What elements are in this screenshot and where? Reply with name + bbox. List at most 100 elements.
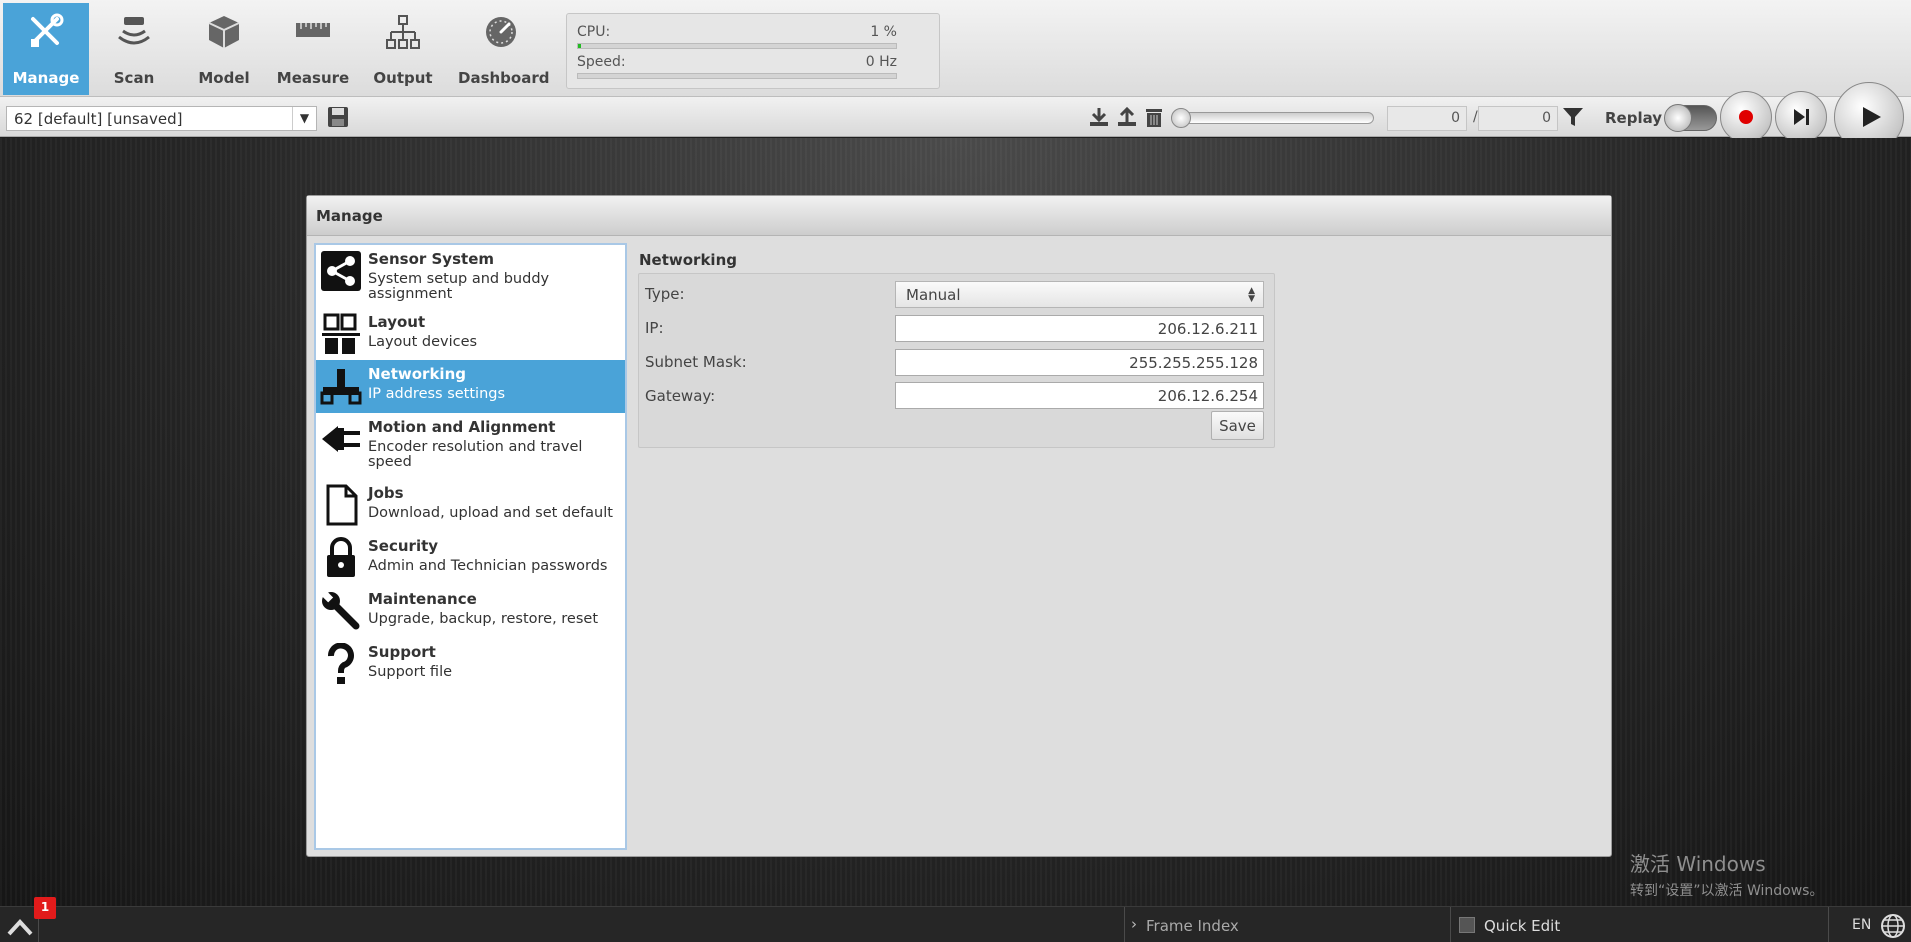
tab-output-label: Output (373, 69, 433, 87)
download-icon[interactable] (1087, 105, 1111, 129)
sidebar-item-maintenance[interactable]: Maintenance Upgrade, backup, restore, re… (316, 585, 625, 637)
replay-slider-track[interactable] (1174, 112, 1374, 124)
output-icon (386, 15, 420, 49)
ip-label: IP: (645, 319, 664, 337)
job-select[interactable]: 62 [default] [unsaved] ▼ (6, 106, 317, 131)
sidebar-item-title: Layout (368, 313, 426, 331)
gateway-field[interactable]: 206.12.6.254 (895, 382, 1264, 409)
upload-icon[interactable] (1115, 105, 1139, 129)
chevron-right-icon[interactable]: › (1131, 915, 1137, 933)
watermark-subtitle: 转到“设置”以激活 Windows。 (1630, 883, 1824, 899)
layout-icon (322, 313, 360, 354)
question-icon (328, 643, 354, 684)
cpu-bar-fill (578, 44, 582, 48)
quick-edit-checkbox[interactable] (1459, 917, 1475, 933)
frame-current-input[interactable]: 0 (1387, 106, 1467, 131)
type-label: Type: (645, 285, 685, 303)
networking-form: Type: Manual ▲ ▼ IP: 206.12.6.211 Subnet … (638, 273, 1275, 448)
sidebar-item-title: Jobs (368, 484, 404, 502)
frame-separator: / (1473, 109, 1478, 125)
sidebar-item-description: Support file (368, 664, 453, 680)
subnet-mask-field[interactable]: 255.255.255.128 (895, 349, 1264, 376)
wrench-icon (321, 590, 360, 630)
tab-output[interactable]: Output (360, 3, 446, 95)
cpu-meter: CPU: 1 % (577, 24, 897, 50)
sidebar-item-layout[interactable]: Layout Layout devices (316, 308, 625, 354)
select-arrows-icon: ▲ ▼ (1248, 286, 1255, 304)
sidebar-item-description: System setup and buddy assignment (368, 271, 550, 302)
network-type-value: Manual (906, 286, 961, 304)
sidebar-item-title: Sensor System (368, 250, 494, 268)
chevron-down-icon[interactable]: ▼ (292, 107, 316, 130)
save-job-icon[interactable] (326, 105, 350, 129)
tab-model-label: Model (198, 69, 250, 87)
manage-sidebar: Sensor System System setup and buddy ass… (314, 243, 627, 850)
lock-icon (327, 537, 355, 577)
sidebar-item-title: Motion and Alignment (368, 418, 556, 436)
sidebar-item-description: Encoder resolution and travel speed (368, 439, 583, 470)
cpu-label: CPU: (577, 24, 611, 40)
gateway-label: Gateway: (645, 387, 716, 405)
tab-measure-label: Measure (276, 69, 350, 87)
frame-index-label[interactable]: Frame Index (1146, 917, 1239, 935)
windows-activation-watermark: 激活 Windows 转到“设置”以激活 Windows。 (1630, 848, 1823, 900)
speed-value: 0 Hz (865, 54, 897, 70)
sidebar-item-description: Download, upload and set default (368, 505, 613, 521)
sidebar-item-description: Upgrade, backup, restore, reset (368, 611, 599, 627)
filter-icon[interactable] (1561, 105, 1585, 129)
sidebar-item-description: Layout devices (368, 334, 478, 350)
sidebar-item-description: Admin and Technician passwords (368, 558, 608, 574)
document-icon (326, 484, 358, 526)
frame-total-input[interactable]: 0 (1478, 106, 1558, 131)
sidebar-item-motion-and-alignment[interactable]: Motion and Alignment Encoder resolution … (316, 413, 625, 479)
sidebar-item-title: Security (368, 537, 439, 555)
manage-dialog: Manage Sensor System System setup and bu… (306, 195, 1612, 857)
record-icon (1739, 110, 1753, 124)
sidebar-item-support[interactable]: Support Support file (316, 638, 625, 690)
sidebar-item-sensor-system[interactable]: Sensor System System setup and buddy ass… (316, 245, 625, 308)
step-button[interactable] (1775, 91, 1827, 143)
speed-meter: Speed: 0 Hz (577, 54, 897, 80)
sidebar-item-description: IP address settings (368, 386, 506, 402)
network-type-select[interactable]: Manual ▲ ▼ (895, 281, 1264, 308)
trash-icon[interactable] (1142, 105, 1166, 129)
cpu-bar (577, 43, 897, 49)
speed-bar (577, 73, 897, 79)
replay-toggle-knob[interactable] (1664, 104, 1692, 132)
replay-label: Replay (1605, 109, 1663, 127)
ip-field[interactable]: 206.12.6.211 (895, 315, 1264, 342)
status-divider (1828, 907, 1829, 942)
step-forward-icon (1794, 109, 1809, 125)
tab-measure[interactable]: Measure (270, 3, 356, 95)
networking-title: Networking (639, 251, 737, 269)
network-icon (320, 369, 362, 405)
speed-label: Speed: (577, 54, 626, 70)
save-button[interactable]: Save (1211, 411, 1264, 440)
model-icon (208, 16, 240, 48)
tab-scan[interactable]: Scan (91, 3, 177, 95)
sidebar-item-title: Networking (368, 365, 466, 383)
performance-panel: CPU: 1 % Speed: 0 Hz (566, 13, 940, 89)
globe-icon[interactable] (1880, 913, 1906, 939)
record-button[interactable] (1720, 91, 1772, 143)
tab-dashboard[interactable]: Dashboard (458, 3, 549, 95)
tab-scan-label: Scan (113, 69, 155, 87)
replay-slider-handle[interactable] (1171, 108, 1191, 128)
tab-manage-label: Manage (12, 69, 80, 87)
watermark-title: 激活 Windows (1630, 852, 1766, 876)
measure-icon (296, 23, 330, 37)
top-navigation-bar: Manage Scan Model Measure Output Dashboa… (0, 0, 1911, 97)
plug-icon (322, 426, 360, 452)
language-label[interactable]: EN (1852, 917, 1871, 933)
notification-badge[interactable]: 1 (34, 897, 56, 919)
chevron-up-icon[interactable] (6, 915, 34, 937)
tab-manage[interactable]: Manage (3, 3, 89, 95)
share-nodes-icon (321, 251, 361, 291)
sidebar-item-jobs[interactable]: Jobs Download, upload and set default (316, 479, 625, 531)
quick-edit-label[interactable]: Quick Edit (1484, 917, 1560, 935)
sidebar-item-networking[interactable]: Networking IP address settings (316, 360, 625, 413)
sidebar-item-security[interactable]: Security Admin and Technician passwords (316, 532, 625, 585)
dialog-title: Manage (307, 196, 1611, 236)
tab-model[interactable]: Model (181, 3, 267, 95)
status-divider (1450, 907, 1451, 942)
